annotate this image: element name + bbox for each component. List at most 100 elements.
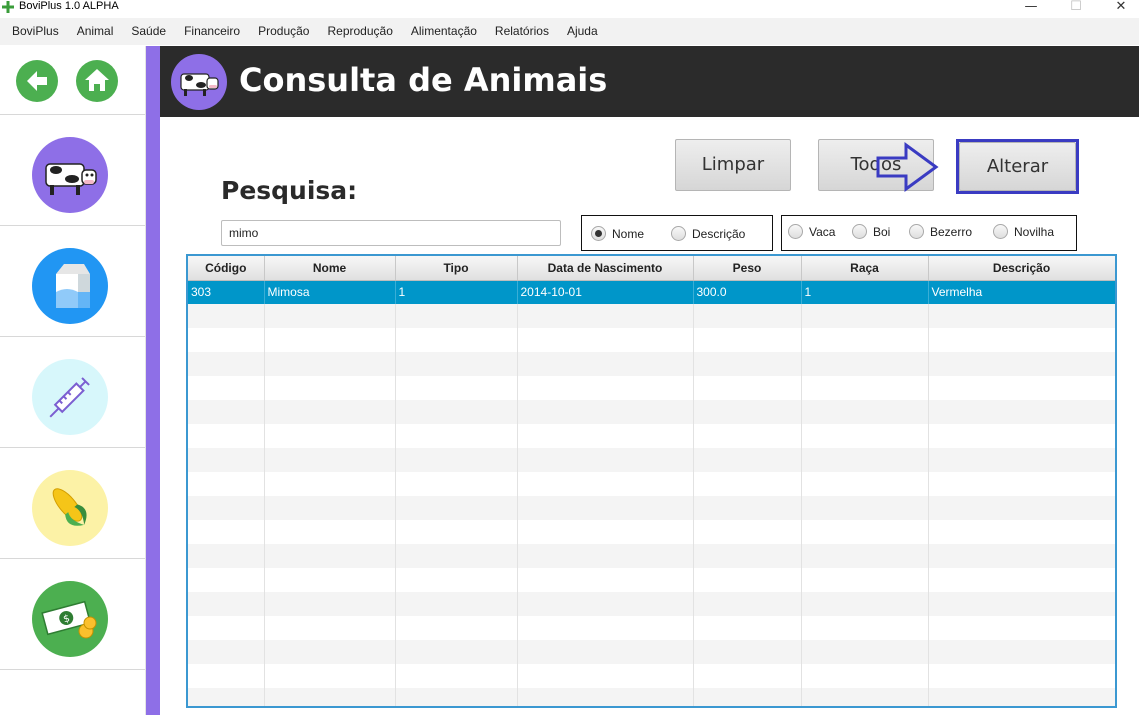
menu-saude[interactable]: Saúde [122, 18, 175, 45]
table-row-empty[interactable] [188, 496, 1115, 520]
table-row-empty[interactable] [188, 448, 1115, 472]
table-cell-empty [928, 424, 1115, 448]
search-by-group: Nome Descrição [581, 215, 773, 251]
table-row-empty[interactable] [188, 472, 1115, 496]
animals-table[interactable]: Código Nome Tipo Data de Nascimento Peso… [186, 254, 1117, 708]
table-cell-empty [693, 520, 802, 544]
table-cell-empty [264, 688, 396, 706]
sidebar-item-financeiro[interactable]: $ [0, 559, 145, 670]
table-cell-empty [517, 640, 694, 664]
table-row-empty[interactable] [188, 640, 1115, 664]
table-cell-empty [264, 352, 396, 376]
table-cell-empty [395, 616, 518, 640]
table-row-empty[interactable] [188, 304, 1115, 328]
table-cell-empty [693, 448, 802, 472]
table-row[interactable]: 303 Mimosa 1 2014-10-01 300.0 1 Vermelha [188, 280, 1115, 304]
table-cell-empty [517, 304, 694, 328]
col-header-data-nascimento[interactable]: Data de Nascimento [517, 256, 694, 281]
table-cell-empty [801, 472, 929, 496]
table-row-empty[interactable] [188, 616, 1115, 640]
radio-vaca[interactable]: Vaca [788, 224, 835, 239]
cell-tipo: 1 [395, 280, 518, 304]
radio-nome[interactable]: Nome [591, 226, 644, 241]
table-cell-empty [928, 376, 1115, 400]
search-input[interactable] [221, 220, 561, 246]
sidebar-item-producao[interactable] [0, 226, 145, 337]
table-row-empty[interactable] [188, 544, 1115, 568]
col-header-tipo[interactable]: Tipo [395, 256, 518, 281]
table-cell-empty [264, 304, 396, 328]
menu-boviplus[interactable]: BoviPlus [3, 18, 68, 45]
radio-vaca-label: Vaca [809, 224, 836, 239]
minimize-button[interactable]: — [1011, 0, 1051, 18]
back-button[interactable] [16, 60, 58, 102]
table-cell-empty [264, 496, 396, 520]
table-cell-empty [188, 376, 265, 400]
col-header-raca[interactable]: Raça [801, 256, 929, 281]
milk-carton-icon [56, 264, 90, 308]
table-cell-empty [801, 448, 929, 472]
table-cell-empty [517, 520, 694, 544]
table-cell-empty [801, 400, 929, 424]
menu-relatorios[interactable]: Relatórios [486, 18, 558, 45]
table-cell-empty [264, 568, 396, 592]
table-cell-empty [188, 448, 265, 472]
radio-dot [993, 224, 1008, 239]
table-cell-empty [188, 400, 265, 424]
menu-animal[interactable]: Animal [68, 18, 123, 45]
table-row-empty[interactable] [188, 664, 1115, 688]
radio-bezerro[interactable]: Bezerro [909, 224, 972, 239]
maximize-button[interactable]: ☐ [1056, 0, 1096, 18]
sidebar-item-saude[interactable] [0, 337, 145, 448]
table-row-empty[interactable] [188, 592, 1115, 616]
table-cell-empty [517, 664, 694, 688]
table-cell-empty [395, 352, 518, 376]
menu-ajuda[interactable]: Ajuda [558, 18, 607, 45]
menu-alimentacao[interactable]: Alimentação [402, 18, 486, 45]
table-row-empty[interactable] [188, 400, 1115, 424]
table-cell-empty [801, 376, 929, 400]
col-header-nome[interactable]: Nome [264, 256, 396, 281]
close-button[interactable]: ✕ [1101, 0, 1139, 18]
table-cell-empty [395, 472, 518, 496]
table-cell-empty [693, 424, 802, 448]
table-cell-empty [188, 472, 265, 496]
table-cell-empty [264, 328, 396, 352]
table-cell-empty [693, 400, 802, 424]
col-header-codigo[interactable]: Código [188, 256, 265, 281]
table-cell-empty [188, 304, 265, 328]
sidebar-item-alimentacao[interactable] [0, 448, 145, 559]
alimentacao-disc [32, 470, 108, 546]
plus-app-icon [2, 1, 14, 13]
table-row-empty[interactable] [188, 520, 1115, 544]
radio-boi[interactable]: Boi [852, 224, 890, 239]
clear-button[interactable]: Limpar [675, 139, 791, 191]
table-cell-empty [801, 688, 929, 706]
table-row-empty[interactable] [188, 352, 1115, 376]
col-header-peso[interactable]: Peso [693, 256, 802, 281]
radio-descricao[interactable]: Descrição [671, 226, 745, 241]
cow-icon [45, 163, 97, 195]
syringe-icon [49, 377, 90, 418]
table-row-empty[interactable] [188, 568, 1115, 592]
menu-financeiro[interactable]: Financeiro [175, 18, 249, 45]
table-row-empty[interactable] [188, 424, 1115, 448]
table-row-empty[interactable] [188, 376, 1115, 400]
table-cell-empty [928, 472, 1115, 496]
table-cell-empty [801, 664, 929, 688]
sidebar-item-animal[interactable] [0, 115, 145, 226]
radio-novilha[interactable]: Novilha [993, 224, 1054, 239]
table-row-empty[interactable] [188, 688, 1115, 706]
table-cell-empty [928, 496, 1115, 520]
col-header-descricao[interactable]: Descrição [928, 256, 1115, 281]
table-cell-empty [801, 352, 929, 376]
animal-disc [32, 137, 108, 213]
menu-reproducao[interactable]: Reprodução [318, 18, 401, 45]
radio-nome-label: Nome [612, 226, 645, 241]
home-button[interactable] [76, 60, 118, 102]
table-row-empty[interactable] [188, 328, 1115, 352]
table-cell-empty [395, 664, 518, 688]
table-cell-empty [693, 352, 802, 376]
table-cell-empty [801, 640, 929, 664]
menu-producao[interactable]: Produção [249, 18, 318, 45]
